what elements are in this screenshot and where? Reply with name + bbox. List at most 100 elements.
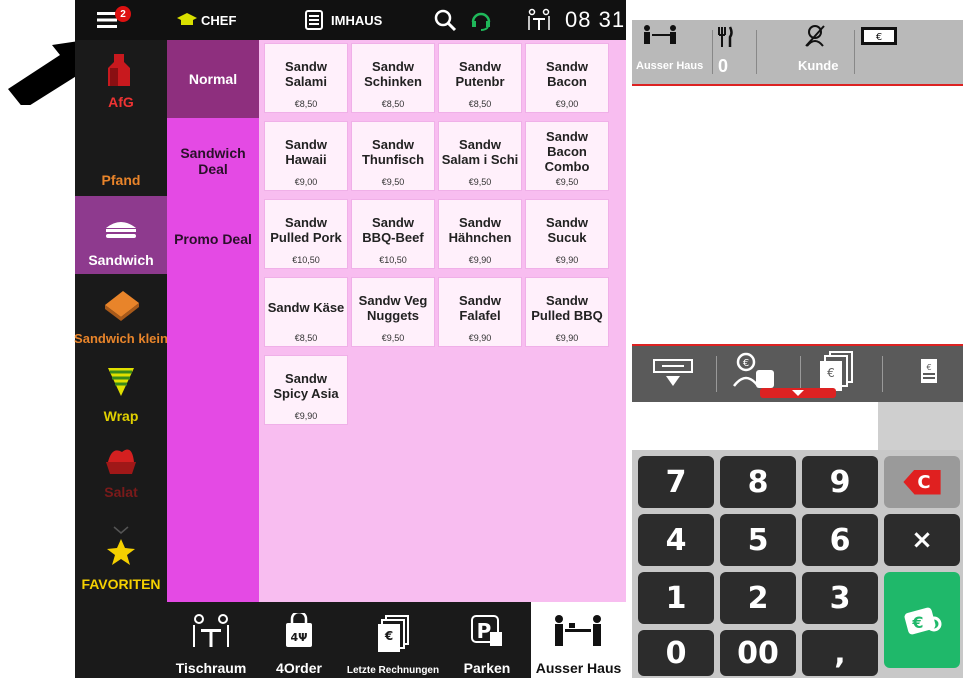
category-label: Salat [104, 484, 138, 500]
product-name: Sandw Pulled BBQ [531, 292, 603, 323]
key-0[interactable]: 0 [638, 630, 714, 676]
cash-icon: € [861, 27, 897, 45]
order-header: Ausser Haus 0 Kunde € [632, 20, 963, 84]
nav-4order[interactable]: 4Ψ 4Order [255, 602, 343, 678]
key-2[interactable]: 2 [720, 572, 796, 624]
svg-text:P: P [477, 619, 492, 643]
product-price: €9,90 [555, 255, 579, 265]
nav-ausser-haus[interactable]: Ausser Haus [531, 602, 626, 678]
product-tile[interactable]: Sandw BBQ-Beef €10,50 [351, 199, 435, 269]
category-wrap[interactable]: Wrap [75, 352, 167, 430]
subcategory-promo-deal[interactable]: Promo Deal [167, 204, 259, 274]
customer-card-icon[interactable]: € [732, 352, 776, 392]
product-tile[interactable]: Sandw Spicy Asia €9,90 [264, 355, 348, 425]
product-name: Sandw Bacon Combo [544, 129, 590, 174]
category-sandwich[interactable]: Sandwich [75, 196, 167, 274]
cash-drawer-icon[interactable] [652, 358, 694, 390]
product-price: €8,50 [294, 333, 318, 343]
product-tile[interactable]: Sandw Pulled BBQ €9,90 [525, 277, 609, 347]
product-tile[interactable]: Sandw Schinken €8,50 [351, 43, 435, 113]
star-icon [107, 539, 135, 565]
product-price: €8,50 [468, 99, 492, 109]
product-price: €8,50 [381, 99, 405, 109]
category-pfand[interactable]: Pfand [75, 118, 167, 196]
product-name: Sandw Thunfisch [361, 136, 425, 167]
product-tile[interactable]: Sandw Pulled Pork €10,50 [264, 199, 348, 269]
invoice-icon[interactable]: € [920, 358, 938, 384]
product-tile[interactable]: Sandw Hähnchen €9,90 [438, 199, 522, 269]
sandwich-icon [106, 222, 136, 238]
key-5[interactable]: 5 [720, 514, 796, 566]
product-price: €9,00 [294, 177, 318, 187]
product-tile[interactable]: Sandw Sucuk €9,90 [525, 199, 609, 269]
multiply-button[interactable]: × [884, 514, 960, 566]
top-bar: 2 CHEF IMHAUS 08 31 [75, 0, 626, 40]
product-name: Sandw Bacon [546, 58, 588, 89]
backspace-clear-icon: C [903, 469, 941, 495]
chevron-down-icon [792, 390, 804, 396]
keypad-display-side [878, 402, 963, 450]
order-type-label[interactable]: Ausser Haus [636, 60, 703, 72]
category-label: FAVORITEN [81, 576, 161, 592]
product-tile[interactable]: Sandw Putenbr €8,50 [438, 43, 522, 113]
subcategory-sandwich-deal[interactable]: Sandwich Deal [167, 118, 259, 204]
category-afg[interactable]: AfG [75, 40, 167, 118]
key-7[interactable]: 7 [638, 456, 714, 508]
clear-button[interactable]: C [884, 456, 960, 508]
key-4[interactable]: 4 [638, 514, 714, 566]
order-tools: € € € [632, 346, 963, 402]
customer-label[interactable]: Kunde [798, 58, 838, 73]
product-tile[interactable]: Sandw Salami €8,50 [264, 43, 348, 113]
subcategory-normal[interactable]: Normal [167, 40, 259, 118]
headset-button[interactable] [470, 0, 492, 40]
product-tile[interactable]: Sandw Käse €8,50 [264, 277, 348, 347]
user-button[interactable]: CHEF [177, 0, 236, 40]
order-ticket-list[interactable] [632, 84, 963, 346]
product-tile[interactable]: Sandw Falafel €9,90 [438, 277, 522, 347]
product-name: Sandw Falafel [459, 292, 501, 323]
search-button[interactable] [433, 0, 457, 40]
product-tile[interactable]: Sandw Bacon Combo €9,50 [525, 121, 609, 191]
product-name: Sandw Veg Nuggets [358, 292, 428, 323]
menu-card-icon [305, 10, 323, 30]
key-3[interactable]: 3 [802, 572, 878, 624]
key-9[interactable]: 9 [802, 456, 878, 508]
category-sandwich-klein[interactable]: Sandwich klein [74, 274, 168, 352]
nav-parken[interactable]: P Parken [443, 602, 531, 678]
nav-label: 4Order [276, 660, 322, 676]
product-name: Sandw Hähnchen [448, 214, 512, 245]
menu-button[interactable]: 2 [97, 0, 131, 40]
cash-payment-icon: € [904, 607, 942, 635]
svg-text:€: € [926, 363, 931, 372]
numeric-keypad: 7 8 9 C 4 5 6 × 1 2 3 € 0 00 , [632, 450, 963, 678]
product-tile[interactable]: Sandw Salam i Schi €9,50 [438, 121, 522, 191]
category-favoriten[interactable]: FAVORITEN [75, 510, 167, 602]
category-label: AfG [108, 94, 134, 110]
product-price: €9,50 [381, 333, 405, 343]
mode-label: IMHAUS [331, 12, 383, 28]
tables-button[interactable] [527, 0, 551, 40]
key-6[interactable]: 6 [802, 514, 878, 566]
pay-button[interactable]: € [884, 572, 960, 668]
nav-tischraum[interactable]: Tischraum [167, 602, 255, 678]
chevron-down-icon [113, 526, 129, 534]
keypad-display[interactable] [632, 402, 878, 450]
category-salat[interactable]: Salat [75, 430, 167, 510]
key-00[interactable]: 00 [720, 630, 796, 676]
key-8[interactable]: 8 [720, 456, 796, 508]
wrap-icon [108, 368, 134, 396]
key-1[interactable]: 1 [638, 572, 714, 624]
product-tile[interactable]: Sandw Hawaii €9,00 [264, 121, 348, 191]
svg-text:€: € [827, 366, 835, 380]
product-tile[interactable]: Sandw Thunfisch €9,50 [351, 121, 435, 191]
product-tile[interactable]: Sandw Veg Nuggets €9,50 [351, 277, 435, 347]
product-tile[interactable]: Sandw Bacon €9,00 [525, 43, 609, 113]
svg-text:€: € [384, 629, 393, 643]
product-price: €9,90 [468, 333, 492, 343]
key-comma[interactable]: , [802, 630, 878, 676]
product-price: €9,90 [294, 411, 318, 421]
mode-button[interactable]: IMHAUS [305, 0, 382, 40]
product-name: Sandw Pulled Pork [270, 214, 342, 245]
nav-letzte-rechnungen[interactable]: € Letzte Rechnungen [343, 602, 443, 678]
covers-count[interactable]: 0 [718, 56, 728, 77]
